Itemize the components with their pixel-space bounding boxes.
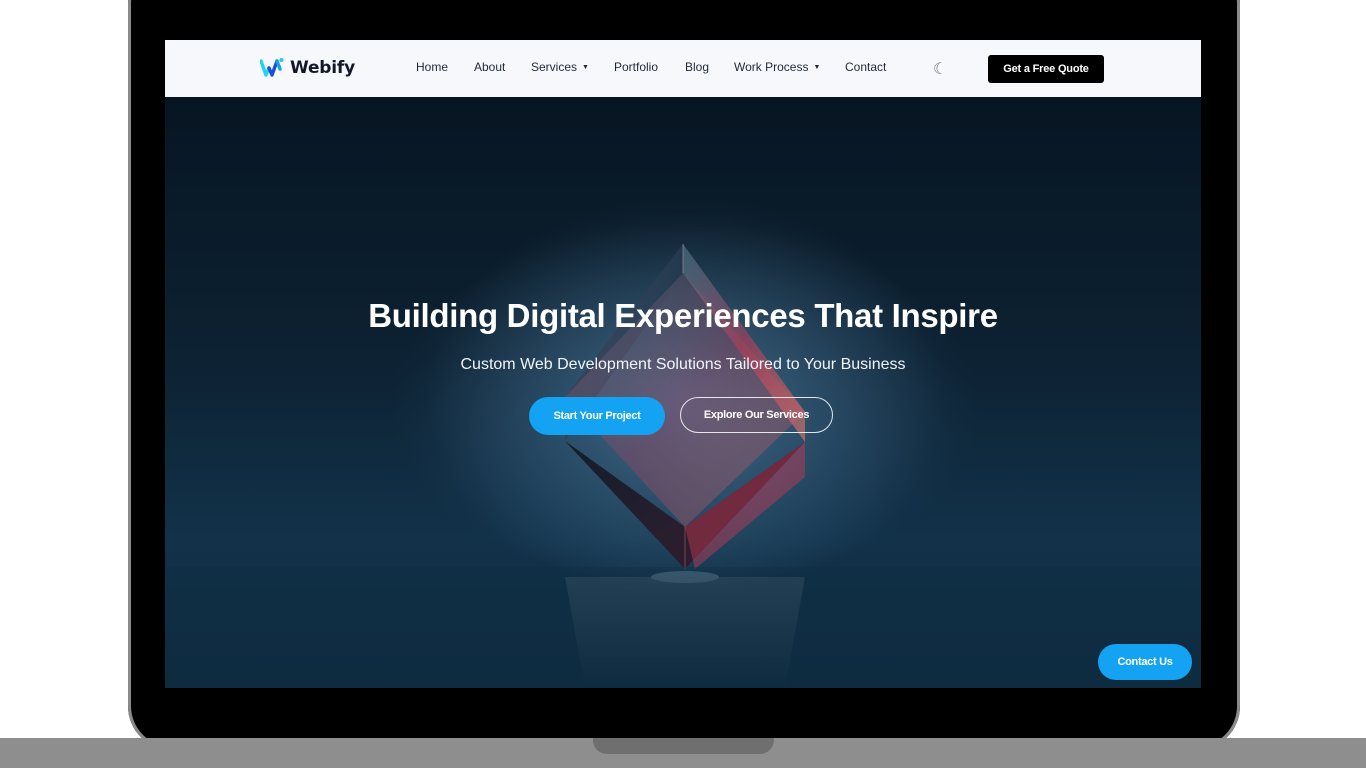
explore-services-button[interactable]: Explore Our Services (680, 397, 833, 433)
nav-item-label: Home (416, 60, 449, 74)
nav-item-label: Portfolio (614, 60, 659, 74)
navbar: Webify Home About Services ▼ Portfolio B… (165, 40, 1201, 98)
nav-menu: Home About Services ▼ Portfolio Blog Wor… (416, 60, 886, 74)
chevron-down-icon: ▼ (582, 63, 589, 71)
nav-item-label: Blog (685, 60, 710, 74)
chevron-down-icon: ▼ (813, 63, 821, 71)
hero-section: Building Digital Experiences That Inspir… (165, 97, 1201, 688)
nav-item-blog[interactable]: Blog (685, 60, 734, 74)
hero-subtitle: Custom Web Development Solutions Tailore… (460, 356, 906, 373)
brand-name: Webify (290, 58, 355, 78)
start-project-button[interactable]: Start Your Project (529, 397, 665, 435)
moon-icon[interactable]: ☾ (933, 59, 947, 78)
nav-item-portfolio[interactable]: Portfolio (614, 60, 685, 74)
contact-us-button[interactable]: Contact Us (1098, 644, 1192, 680)
glass-cube-illustration (165, 197, 1201, 688)
nav-item-home[interactable]: Home (416, 60, 474, 74)
w-logo-icon (260, 58, 284, 77)
nav-item-label: About (474, 60, 506, 74)
nav-item-label: Contact (845, 60, 887, 74)
nav-item-services[interactable]: Services ▼ (531, 60, 614, 74)
hero-title: Building Digital Experiences That Inspir… (368, 297, 998, 334)
nav-item-about[interactable]: About (474, 60, 531, 74)
browser-screen: Webify Home About Services ▼ Portfolio B… (165, 40, 1201, 688)
nav-item-label: Services (531, 60, 578, 74)
get-quote-button[interactable]: Get a Free Quote (988, 55, 1104, 83)
laptop-notch (593, 738, 774, 754)
nav-item-work-process[interactable]: Work Process ▼ (734, 60, 845, 74)
nav-item-label: Work Process (734, 60, 809, 74)
brand-logo[interactable]: Webify (260, 57, 355, 79)
nav-item-contact[interactable]: Contact (845, 60, 886, 74)
